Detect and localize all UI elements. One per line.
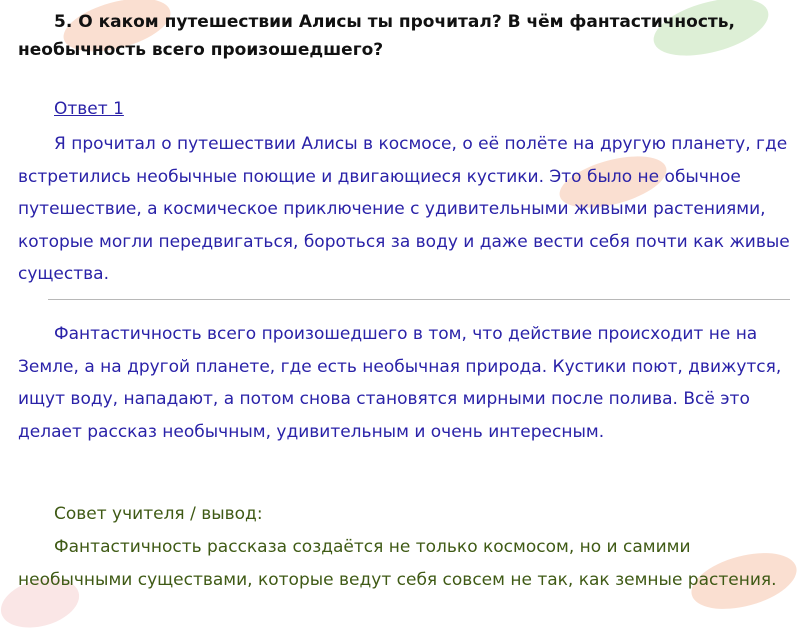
teacher-tip-paragraph: Фантастичность рассказа создаётся не тол… xyxy=(18,531,790,596)
section-divider xyxy=(48,299,790,300)
question-line-2: необычность всего произошедшего? xyxy=(18,40,384,60)
answer-title: Ответ 1 xyxy=(54,99,124,119)
question-line-1: 5. О каком путешествии Алисы ты прочитал… xyxy=(54,12,735,32)
teacher-tip-title: Совет учителя / вывод: xyxy=(54,504,263,524)
teacher-tip-text: Фантастичность рассказа создаётся не тол… xyxy=(18,537,777,590)
answer-paragraph-1: Я прочитал о путешествии Алисы в космосе… xyxy=(18,128,790,291)
answer-paragraph-2: Фантастичность всего произошедшего в том… xyxy=(18,318,790,448)
question-text: 5. О каком путешествии Алисы ты прочитал… xyxy=(18,8,788,64)
answer-paragraph-2-text: Фантастичность всего произошедшего в том… xyxy=(18,324,782,442)
answer-paragraph-1-text: Я прочитал о путешествии Алисы в космосе… xyxy=(18,134,790,284)
